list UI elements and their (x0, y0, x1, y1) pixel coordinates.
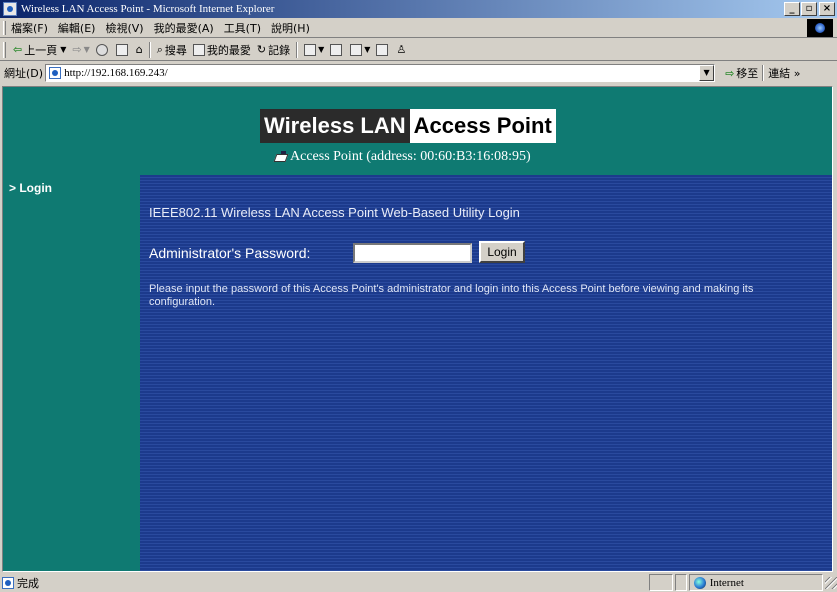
ie-logo-icon (807, 19, 833, 37)
status-bar: 完成 Internet (0, 573, 837, 592)
device-address: Access Point (address: 00:60:B3:16:08:95… (274, 149, 531, 165)
menu-file[interactable]: 檔案(F) (6, 20, 53, 36)
address-bar: 網址(D) http://192.168.169.243/ ▼ ⇨ 移至 連結 … (0, 62, 837, 84)
go-label: 移至 (736, 67, 759, 80)
go-button[interactable]: ⇨ 移至 (725, 65, 758, 81)
mail-button[interactable]: ▼ (301, 43, 327, 56)
search-icon: ⌕ (156, 42, 163, 56)
search-label: 搜尋 (164, 43, 187, 57)
forward-button[interactable]: ⇨ ▼ (69, 43, 92, 56)
back-dropdown-icon[interactable]: ▼ (60, 45, 66, 54)
login-panel: IEEE802.11 Wireless LAN Access Point Web… (140, 175, 832, 571)
edit-dropdown-icon: ▼ (364, 45, 371, 54)
address-dropdown-icon[interactable]: ▼ (699, 65, 715, 81)
window-title: Wireless LAN Access Point - Microsoft In… (21, 3, 275, 15)
window-titlebar: Wireless LAN Access Point - Microsoft In… (0, 0, 837, 18)
stop-button[interactable] (93, 43, 113, 56)
toolbar-grip (3, 41, 6, 58)
password-label: Administrator's Password: (149, 245, 311, 261)
history-button[interactable]: ↻ 記錄 (254, 42, 293, 58)
home-icon: ⌂ (135, 43, 143, 56)
login-button[interactable]: Login (479, 241, 525, 263)
minimize-button[interactable]: _ (784, 2, 800, 16)
stop-icon (95, 43, 108, 56)
toolbar-separator-2 (296, 41, 299, 58)
links-separator (762, 65, 765, 81)
refresh-button[interactable] (113, 43, 133, 56)
menu-favorites[interactable]: 我的最愛(A) (149, 20, 219, 36)
favorites-icon (192, 43, 205, 56)
favorites-button[interactable]: 我的最愛 (190, 42, 254, 58)
help-text: Please input the password of this Access… (149, 283, 754, 308)
password-input[interactable] (353, 243, 472, 263)
menu-edit[interactable]: 編輯(E) (53, 20, 101, 36)
globe-icon (693, 576, 706, 589)
sidebar-item-login[interactable]: > Login (9, 181, 52, 195)
print-button[interactable] (327, 43, 347, 56)
mail-icon (304, 43, 317, 56)
messenger-icon: ♙ (396, 43, 407, 56)
favorites-label: 我的最愛 (206, 43, 251, 57)
standard-toolbar: ⇦ 上一頁 ▼ ⇨ ▼ ⌂ ⌕ 搜尋 我的最愛 ↻ 記錄 ▼ ▼ ♙ (0, 39, 837, 61)
mail-dropdown-icon: ▼ (318, 45, 325, 54)
status-main: 完成 (0, 574, 647, 591)
home-button[interactable]: ⌂ (133, 43, 146, 56)
device-address-text: Access Point (address: 00:60:B3:16:08:95… (290, 149, 531, 164)
links-button[interactable]: 連結 » (768, 65, 800, 81)
brand-part-access-point: Access Point (409, 109, 556, 143)
discuss-button[interactable] (373, 43, 393, 56)
back-button[interactable]: ⇦ 上一頁 ▼ (10, 42, 69, 58)
brand-logo: Wireless LAN Access Point (260, 109, 556, 143)
menu-help[interactable]: 說明(H) (266, 20, 315, 36)
address-input[interactable]: http://192.168.169.243/ ▼ (45, 64, 716, 82)
ie-page-icon (3, 2, 17, 16)
status-page-icon (2, 576, 14, 589)
browser-viewport: Wireless LAN Access Point Access Point (… (2, 86, 833, 572)
status-text: 完成 (17, 576, 39, 590)
restore-button[interactable]: ▫ (801, 2, 817, 16)
address-url[interactable]: http://192.168.169.243/ (64, 67, 168, 79)
forward-dropdown-icon[interactable]: ▼ (84, 45, 90, 54)
resize-grip[interactable] (825, 576, 837, 589)
sidebar: > Login (3, 175, 140, 571)
page-icon (49, 67, 62, 79)
discuss-icon (376, 43, 389, 56)
menu-tools[interactable]: 工具(T) (219, 20, 266, 36)
forward-arrow-icon: ⇨ (72, 43, 82, 56)
page-header: Wireless LAN Access Point Access Point (… (3, 87, 832, 175)
messenger-button[interactable]: ♙ (393, 43, 409, 56)
close-button[interactable]: × (819, 2, 835, 16)
back-arrow-icon: ⇦ (13, 43, 23, 56)
menu-bar: 檔案(F) 編輯(E) 檢視(V) 我的最愛(A) 工具(T) 說明(H) (0, 18, 837, 38)
edit-button[interactable]: ▼ (347, 43, 373, 56)
search-button[interactable]: ⌕ 搜尋 (154, 42, 190, 58)
refresh-icon (115, 43, 128, 56)
menu-view[interactable]: 檢視(V) (100, 20, 148, 36)
history-icon: ↻ (256, 43, 267, 56)
print-icon (330, 43, 343, 56)
back-label: 上一頁 (24, 43, 58, 57)
history-label: 記錄 (268, 43, 291, 57)
utility-title: IEEE802.11 Wireless LAN Access Point Web… (149, 205, 520, 220)
edit-icon (350, 43, 363, 56)
status-cell-blank-2 (674, 574, 687, 591)
status-cell-blank-1 (648, 574, 673, 591)
brand-part-wireless-lan: Wireless LAN (260, 109, 410, 143)
security-zone: Internet (688, 574, 824, 591)
address-label: 網址(D) (4, 67, 44, 80)
zone-label: Internet (709, 576, 744, 589)
window-controls: _ ▫ × (783, 2, 835, 16)
toolbar-separator (148, 41, 151, 58)
access-point-icon (274, 151, 288, 163)
go-arrow-icon: ⇨ (725, 66, 735, 80)
